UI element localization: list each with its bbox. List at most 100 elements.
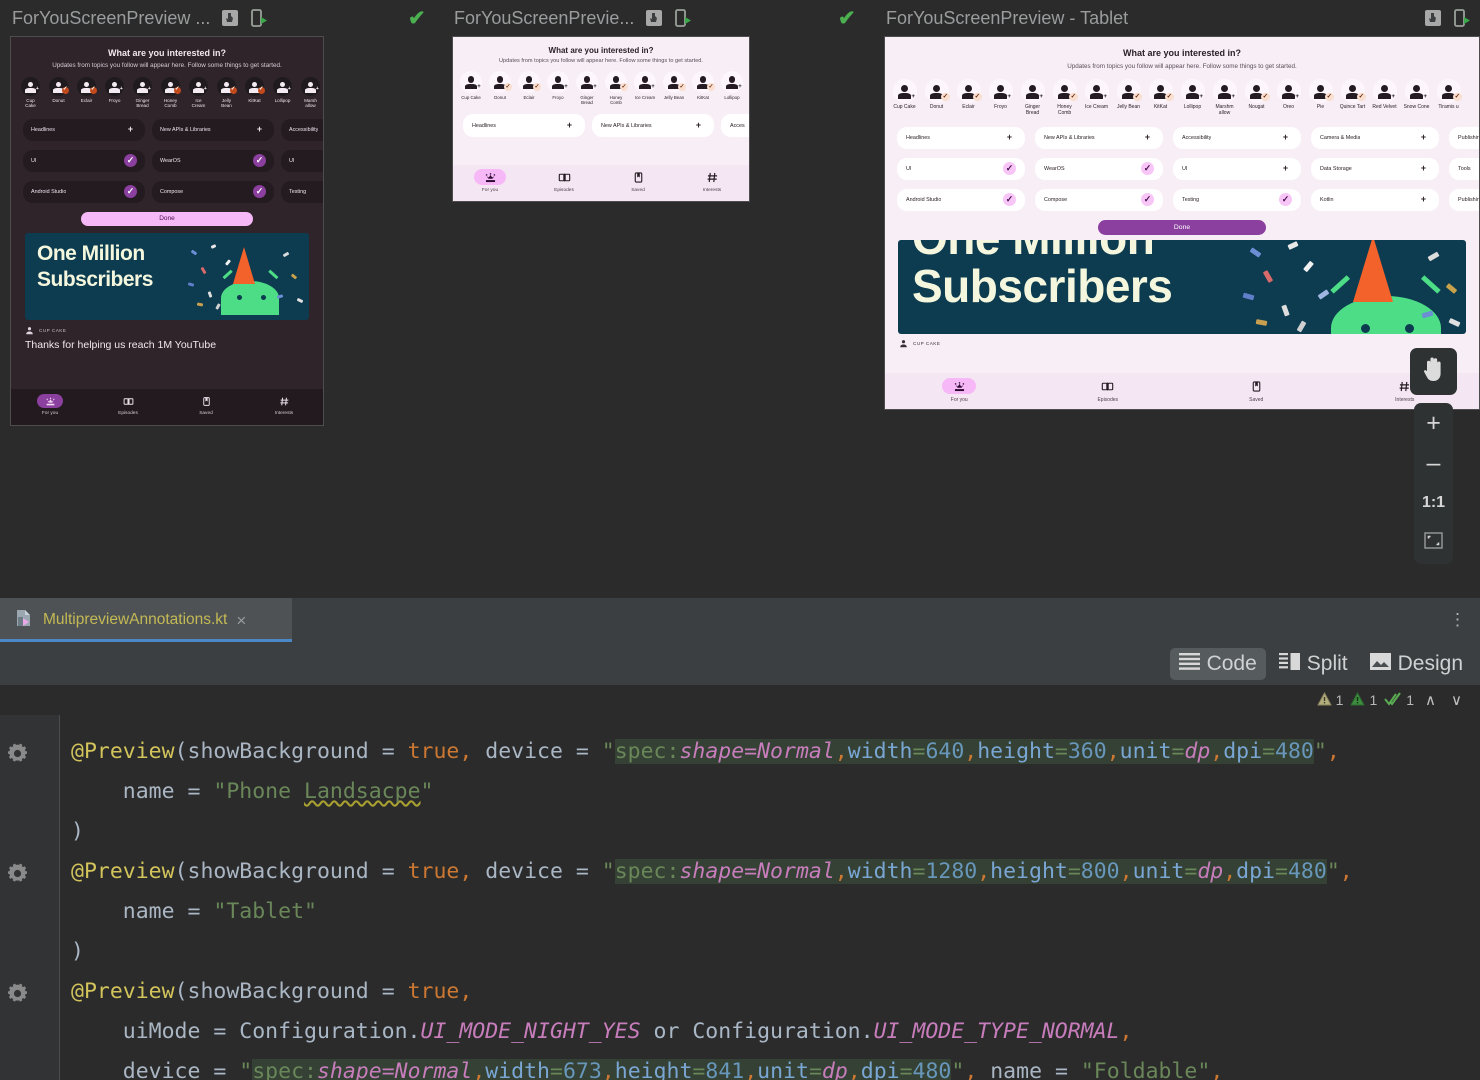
topic-avatar[interactable]: ✓	[605, 71, 627, 93]
saved-icon[interactable]	[1248, 378, 1265, 394]
topic-avatar[interactable]: +	[547, 71, 569, 93]
topic-chip[interactable]: ✓Honey Comb	[1051, 79, 1078, 117]
interest-card[interactable]: UI✓	[897, 158, 1025, 180]
topic-chip[interactable]: ✓Eclair	[77, 77, 96, 109]
topic-chip[interactable]: +Snow Cone	[1403, 79, 1430, 117]
topic-chip[interactable]: ✓Eclair	[955, 79, 982, 117]
episodes-icon[interactable]	[121, 394, 136, 408]
topic-chip[interactable]: +Lollipop	[721, 71, 743, 105]
topic-chip[interactable]: ✓Tiramis u	[1435, 79, 1462, 117]
interest-card[interactable]: Accessibility+	[281, 119, 323, 141]
run-preview-icon[interactable]	[1452, 8, 1472, 28]
topic-avatar[interactable]: ✓	[1149, 79, 1173, 103]
next-problem-button[interactable]: ∨	[1447, 691, 1466, 709]
topic-chip[interactable]: +Cup Cake	[460, 71, 482, 105]
saved-icon[interactable]	[630, 169, 647, 185]
interest-selected-check-icon[interactable]: ✓	[253, 154, 266, 167]
episodes-icon[interactable]	[1099, 378, 1116, 394]
interest-card[interactable]: WearOS✓	[152, 150, 274, 172]
interactive-preview-icon[interactable]	[220, 8, 240, 28]
interest-card[interactable]: Compose✓	[1035, 189, 1163, 211]
interest-add-icon[interactable]: +	[1003, 131, 1016, 144]
topic-avatar[interactable]: +	[634, 71, 656, 93]
topic-chip[interactable]: ✓Honey Comb	[605, 71, 627, 105]
for-you-icon[interactable]	[474, 169, 506, 185]
topic-avatar[interactable]: +	[21, 77, 40, 96]
topic-chip[interactable]: +Ice Cream	[1083, 79, 1110, 117]
previous-problem-button[interactable]: ∧	[1421, 691, 1440, 709]
topic-chip[interactable]: +Marsh allow	[301, 77, 320, 109]
episodes-icon[interactable]	[556, 169, 573, 185]
topic-avatar[interactable]: +	[105, 77, 124, 96]
topic-chip[interactable]: +Ginger Bread	[133, 77, 152, 109]
topic-avatar[interactable]: +	[721, 71, 743, 93]
interest-card[interactable]: Compose✓	[152, 181, 274, 203]
interest-card[interactable]: Publishing & Distrib+	[1449, 127, 1479, 149]
interest-add-icon[interactable]: +	[563, 119, 576, 132]
interest-selected-check-icon[interactable]: ✓	[253, 185, 266, 198]
interest-card[interactable]: UI+	[1173, 158, 1301, 180]
topic-selected-check-icon[interactable]: ✓	[941, 93, 950, 102]
topic-avatar[interactable]: ✓	[1245, 79, 1269, 103]
topic-avatar[interactable]: +	[273, 77, 292, 96]
preview-header-actions[interactable]	[644, 8, 693, 28]
topic-avatar[interactable]: +	[1277, 79, 1301, 103]
topic-chip[interactable]: +Lollipop	[273, 77, 292, 109]
topic-add-icon[interactable]: +	[202, 87, 210, 95]
interest-selected-check-icon[interactable]: ✓	[124, 185, 137, 198]
interest-add-icon[interactable]: +	[1417, 193, 1430, 206]
topic-chip[interactable]: +Ice Cream	[189, 77, 208, 109]
nav-item-for-you[interactable]: For you	[11, 394, 89, 425]
code-text-content[interactable]: @Preview(showBackground = true, device =…	[60, 715, 1480, 1080]
bottom-navigation-bar[interactable]: For youEpisodesSavedInterests	[885, 373, 1479, 409]
topic-avatar[interactable]: ✓	[77, 77, 96, 96]
topic-avatar[interactable]: ✓	[1437, 79, 1461, 103]
interest-card[interactable]: UI+	[281, 150, 323, 172]
error-count[interactable]: 1	[1350, 692, 1377, 709]
topic-chip[interactable]: +Froyo	[105, 77, 124, 109]
done-button[interactable]: Done	[81, 212, 253, 226]
interest-add-icon[interactable]: +	[692, 119, 705, 132]
pan-tool-button[interactable]	[1410, 348, 1457, 395]
topic-chip[interactable]: ✓KitKat	[245, 77, 264, 109]
topic-add-icon[interactable]: +	[1101, 93, 1110, 102]
topic-avatar[interactable]: ✓	[217, 77, 236, 96]
nav-item-saved[interactable]: Saved	[601, 169, 675, 201]
news-banner[interactable]: One Million Subscribers	[25, 233, 309, 320]
topic-chip[interactable]: ✓Donut	[489, 71, 511, 105]
topic-avatar[interactable]: +	[133, 77, 152, 96]
interest-selected-check-icon[interactable]: ✓	[1141, 162, 1154, 175]
topic-selected-check-icon[interactable]: ✓	[230, 87, 238, 95]
topic-add-icon[interactable]: +	[34, 87, 42, 95]
nav-item-interests[interactable]: Interests	[245, 394, 323, 425]
topic-selected-check-icon[interactable]: ✓	[1165, 93, 1174, 102]
topic-chip[interactable]: +Cup Cake	[891, 79, 918, 117]
topic-avatar[interactable]: +	[1085, 79, 1109, 103]
preview-group-3[interactable]: ForYouScreenPreview - Tablet What are yo…	[884, 0, 1480, 410]
interest-card[interactable]: Kotlin+	[1311, 189, 1439, 211]
interest-selected-check-icon[interactable]: ✓	[124, 154, 137, 167]
topic-chip[interactable]: +Cup Cake	[21, 77, 40, 109]
topic-avatar[interactable]: +	[1181, 79, 1205, 103]
topic-selected-check-icon[interactable]: ✓	[1357, 93, 1366, 102]
nav-item-for-you[interactable]: For you	[453, 169, 527, 201]
topic-selected-check-icon[interactable]: ✓	[1069, 93, 1078, 102]
topic-avatar[interactable]: ✓	[518, 71, 540, 93]
interest-selected-check-icon[interactable]: ✓	[1279, 193, 1292, 206]
topic-add-icon[interactable]: +	[1005, 93, 1014, 102]
more-options-icon[interactable]: ⋮	[1449, 615, 1466, 625]
topic-avatar[interactable]: ✓	[245, 77, 264, 96]
topic-selected-check-icon[interactable]: ✓	[533, 83, 541, 91]
topic-avatar[interactable]: ✓	[1117, 79, 1141, 103]
topic-avatar[interactable]: +	[989, 79, 1013, 103]
topic-selected-check-icon[interactable]: ✓	[620, 83, 628, 91]
zoom-in-button[interactable]: +	[1414, 403, 1454, 443]
interests-icon[interactable]	[704, 169, 721, 185]
interest-card[interactable]: Headlines+	[463, 114, 585, 137]
topic-add-icon[interactable]: +	[1389, 93, 1398, 102]
zoom-controls-panel[interactable]: + – 1:1	[1414, 403, 1453, 564]
topic-avatar[interactable]: +	[576, 71, 598, 93]
interest-card[interactable]: Testing+	[281, 181, 323, 203]
topic-chip[interactable]: +Ginger Bread	[576, 71, 598, 105]
interest-card-list[interactable]: Headlines+New APIs & Libraries+Accessibi…	[11, 119, 323, 203]
